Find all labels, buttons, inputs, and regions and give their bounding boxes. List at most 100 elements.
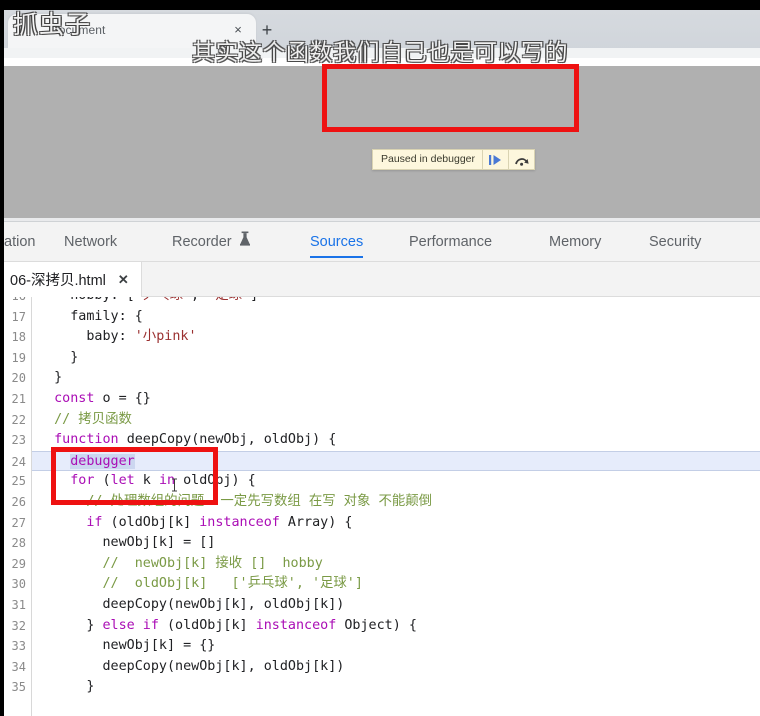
code-line-text: hobby: ['乒乓球', '足球'] — [38, 297, 258, 307]
code-token-plain: hobby: [ — [38, 297, 135, 303]
code-token-kw: const — [38, 390, 95, 406]
code-line[interactable]: 29 // newObj[k] 接收 [] hobby — [4, 554, 760, 575]
video-letterbox-left — [0, 0, 4, 716]
code-line-text: deepCopy(newObj[k], oldObj[k]) — [38, 595, 344, 616]
code-token-kw: instanceof — [255, 617, 337, 633]
code-token-plain: Array) { — [279, 514, 353, 530]
devtools-tab-security[interactable]: Security — [649, 222, 701, 262]
source-code-editor[interactable]: 16 hobby: ['乒乓球', '足球']17 family: {18 ba… — [4, 297, 760, 716]
code-token-plain: Object) { — [336, 617, 417, 633]
devtools-tab-ation[interactable]: ation — [4, 222, 35, 262]
devtools-file-tab-bar: 06-深拷贝.html ✕ — [4, 262, 760, 297]
line-number: 18 — [11, 330, 26, 345]
code-token-fn: deepCopy — [126, 432, 192, 448]
code-line[interactable]: 17 family: { — [4, 307, 760, 328]
code-line[interactable]: 34 deepCopy(newObj[k], oldObj[k]) — [4, 657, 760, 678]
code-line[interactable]: 33 newObj[k] = {} — [4, 636, 760, 657]
flask-icon — [239, 222, 251, 262]
line-number: 26 — [11, 494, 26, 509]
code-token-str: '小pink' — [134, 329, 197, 345]
browser-chrome: Document × + — [0, 10, 760, 58]
active-tab-underline — [310, 255, 364, 258]
browser-tab-strip: Document × + — [0, 10, 760, 48]
code-line-text: deepCopy(newObj[k], oldObj[k]) — [38, 657, 344, 678]
code-line[interactable]: 22 // 拷贝函数 — [4, 410, 760, 431]
devtools-tab-label: Recorder — [172, 234, 232, 250]
paused-in-debugger-bar: Paused in debugger — [372, 149, 535, 170]
code-token-plain: baby: — [38, 329, 135, 345]
annotation-rect-paused-bar — [322, 64, 579, 132]
devtools-tab-performance[interactable]: Performance — [409, 222, 492, 262]
line-number: 17 — [11, 309, 26, 324]
close-icon[interactable]: ✕ — [118, 272, 129, 288]
code-line[interactable]: 27 if (oldObj[k] instanceof Array) { — [4, 513, 760, 534]
line-number: 33 — [11, 639, 26, 654]
code-line-text: } — [38, 348, 78, 369]
devtools-tab-label: Security — [649, 234, 702, 250]
annotation-rect-debugger-statement — [51, 447, 218, 505]
code-token-plain: , — [191, 297, 207, 303]
code-line[interactable]: 31 deepCopy(newObj[k], oldObj[k]) — [4, 595, 760, 616]
code-line[interactable]: 19 } — [4, 348, 760, 369]
browser-tab-document[interactable]: Document × — [8, 14, 256, 48]
code-token-plain: o = {} — [94, 390, 151, 406]
file-tab-label: 06-深拷贝.html — [10, 273, 106, 289]
line-number: 27 — [11, 515, 26, 530]
code-token-plain: newObj[k] = {} — [38, 638, 216, 654]
line-number: 23 — [11, 433, 26, 448]
devtools-tab-memory[interactable]: Memory — [549, 222, 601, 262]
devtools-tab-label: ation — [4, 234, 36, 250]
code-token-plain: } — [38, 679, 95, 695]
close-icon[interactable]: × — [230, 22, 246, 38]
file-tab-deepcopy[interactable]: 06-深拷贝.html ✕ — [4, 262, 142, 297]
code-line[interactable]: 18 baby: '小pink' — [4, 327, 760, 348]
line-number: 29 — [11, 556, 26, 571]
line-number: 25 — [11, 474, 26, 489]
code-line[interactable]: 16 hobby: ['乒乓球', '足球'] — [4, 297, 760, 307]
code-line[interactable]: 20 } — [4, 368, 760, 389]
code-token-kw: instanceof — [199, 514, 280, 530]
code-token-com: // 拷贝函数 — [38, 411, 132, 427]
code-line-text: baby: '小pink' — [38, 327, 197, 348]
devtools-tab-label: Memory — [549, 234, 602, 250]
code-token-plain: deepCopy(newObj[k], oldObj[k]) — [38, 658, 345, 674]
screenshot-root: Document × + Paused in debugger ation Ne… — [0, 0, 760, 716]
devtools-tab-recorder[interactable]: Recorder — [172, 222, 251, 262]
code-line[interactable]: 21 const o = {} — [4, 389, 760, 410]
code-token-plain: deepCopy(newObj[k], oldObj[k]) — [38, 596, 345, 612]
code-line-text: newObj[k] = {} — [38, 636, 215, 657]
browser-toolbar-strip — [0, 48, 760, 58]
code-token-kw: else if — [102, 617, 159, 633]
new-tab-icon[interactable]: + — [256, 20, 278, 42]
devtools-tab-sources[interactable]: Sources — [310, 222, 364, 262]
code-token-plain: } — [38, 617, 103, 633]
browser-tab-title: Document — [50, 23, 106, 37]
code-token-plain: (oldObj[k] — [158, 617, 256, 633]
code-line[interactable]: 35 } — [4, 677, 760, 698]
paused-in-debugger-label: Paused in debugger — [381, 153, 475, 165]
devtools-tab-network[interactable]: Network — [64, 222, 117, 262]
line-number: 32 — [11, 618, 26, 633]
step-over-icon[interactable] — [509, 150, 534, 169]
line-number: 28 — [11, 536, 26, 551]
code-token-plain: } — [38, 349, 79, 365]
code-line[interactable]: 32 } else if (oldObj[k] instanceof Objec… — [4, 616, 760, 637]
code-line-text: // oldObj[k] ['乒乓球', '足球'] — [38, 574, 363, 595]
code-line[interactable]: 30 // oldObj[k] ['乒乓球', '足球'] — [4, 574, 760, 595]
code-line[interactable]: 28 newObj[k] = [] — [4, 533, 760, 554]
code-token-com: // oldObj[k] ['乒乓球', '足球'] — [38, 576, 363, 592]
line-number: 24 — [11, 454, 26, 469]
code-token-kw: if — [38, 514, 103, 530]
code-token-plain: newObj[k] = [] — [38, 535, 216, 551]
devtools-tab-label: Performance — [409, 234, 493, 250]
code-line-text: newObj[k] = [] — [38, 533, 215, 554]
resume-script-icon[interactable] — [483, 150, 508, 169]
code-line-text: family: { — [38, 307, 143, 328]
code-token-plain: (newObj, oldObj) { — [191, 432, 337, 448]
devtools-tab-bar: ation Network Recorder Sources Performance Me… — [4, 222, 760, 262]
line-number: 21 — [11, 391, 26, 406]
code-token-kw: function — [38, 432, 119, 448]
line-number: 30 — [11, 577, 26, 592]
code-token-plain: family: { — [38, 308, 143, 324]
